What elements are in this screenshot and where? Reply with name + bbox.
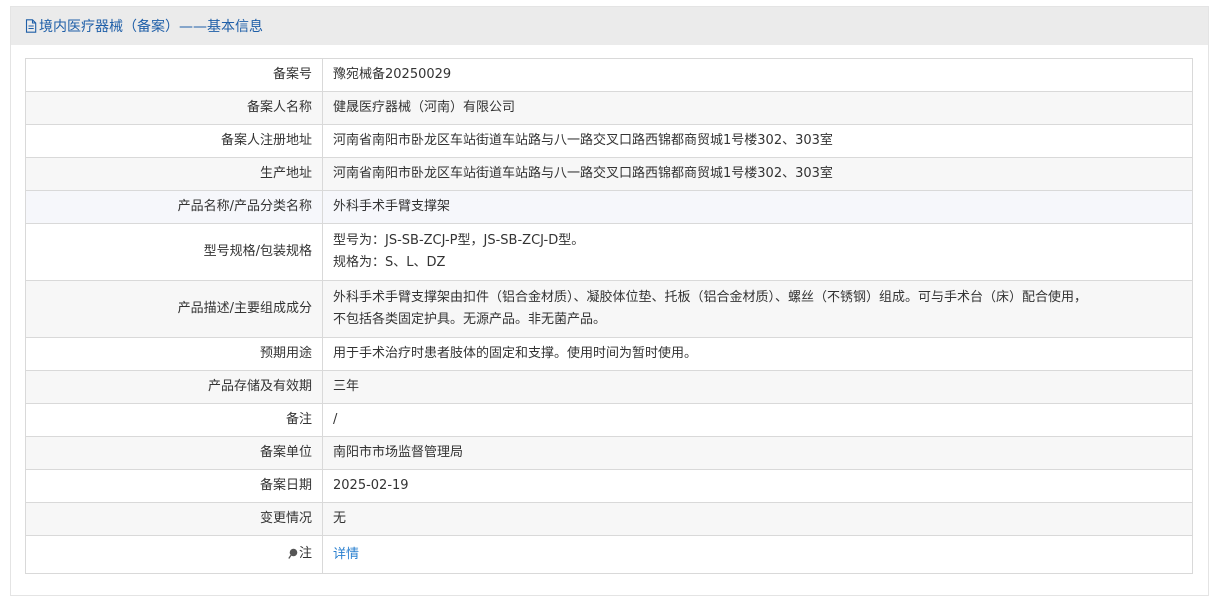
row-value: 2025-02-19 (322, 469, 1193, 503)
details-link[interactable]: 详情 (333, 547, 359, 562)
row-label: 产品存储及有效期 (25, 370, 323, 404)
table-row: 产品名称/产品分类名称 外科手术手臂支撑架 (25, 190, 1193, 224)
row-value: 三年 (322, 370, 1193, 404)
page-title: 境内医疗器械（备案）——基本信息 (39, 19, 263, 35)
row-value-line: 不包括各类固定护具。无源产品。非无菌产品。 (333, 312, 607, 327)
table-row: 型号规格/包装规格 型号为：JS-SB-ZCJ-P型，JS-SB-ZCJ-D型。… (25, 223, 1193, 281)
row-label: 注 (25, 535, 323, 574)
row-value: 河南省南阳市卧龙区车站街道车站路与八一路交叉口路西锦都商贸城1号楼302、303… (322, 124, 1193, 158)
pin-icon (288, 545, 298, 567)
note-label: 注 (298, 545, 312, 561)
row-value: 健晟医疗器械（河南）有限公司 (322, 91, 1193, 125)
table-row: 备案单位 南阳市市场监督管理局 (25, 436, 1193, 470)
table-row: 生产地址 河南省南阳市卧龙区车站街道车站路与八一路交叉口路西锦都商贸城1号楼30… (25, 157, 1193, 191)
table-row: 产品存储及有效期 三年 (25, 370, 1193, 404)
row-label: 备案人名称 (25, 91, 323, 125)
row-label: 备案单位 (25, 436, 323, 470)
row-value: 外科手术手臂支撑架由扣件（铝合金材质）、凝胶体位垫、托板（铝合金材质）、螺丝（不… (322, 280, 1193, 338)
row-label: 生产地址 (25, 157, 323, 191)
row-label: 备案日期 (25, 469, 323, 503)
row-label: 备案号 (25, 58, 323, 92)
row-label: 预期用途 (25, 337, 323, 371)
row-label: 备案人注册地址 (25, 124, 323, 158)
row-value: 河南省南阳市卧龙区车站街道车站路与八一路交叉口路西锦都商贸城1号楼302、303… (322, 157, 1193, 191)
info-table-wrap: 备案号 豫宛械备20250029 备案人名称 健晟医疗器械（河南）有限公司 备案… (25, 58, 1193, 574)
table-row: 变更情况 无 (25, 502, 1193, 536)
table-row: 产品描述/主要组成成分 外科手术手臂支撑架由扣件（铝合金材质）、凝胶体位垫、托板… (25, 280, 1193, 338)
row-value: / (322, 403, 1193, 437)
row-label: 型号规格/包装规格 (25, 223, 323, 281)
table-row: 备案号 豫宛械备20250029 (25, 58, 1193, 92)
row-label: 产品名称/产品分类名称 (25, 190, 323, 224)
row-label: 产品描述/主要组成成分 (25, 280, 323, 338)
row-value: 用于手术治疗时患者肢体的固定和支撑。使用时间为暂时使用。 (322, 337, 1193, 371)
row-value: 南阳市市场监督管理局 (322, 436, 1193, 470)
table-row: 备案日期 2025-02-19 (25, 469, 1193, 503)
row-value: 无 (322, 502, 1193, 536)
table-row: 备案人注册地址 河南省南阳市卧龙区车站街道车站路与八一路交叉口路西锦都商贸城1号… (25, 124, 1193, 158)
info-table: 备案号 豫宛械备20250029 备案人名称 健晟医疗器械（河南）有限公司 备案… (25, 58, 1193, 574)
row-label: 变更情况 (25, 502, 323, 536)
row-value: 详情 (322, 535, 1193, 574)
table-row: 备案人名称 健晟医疗器械（河南）有限公司 (25, 91, 1193, 125)
row-label: 备注 (25, 403, 323, 437)
row-value-line: 型号为：JS-SB-ZCJ-P型，JS-SB-ZCJ-D型。 (333, 233, 585, 248)
table-row: 预期用途 用于手术治疗时患者肢体的固定和支撑。使用时间为暂时使用。 (25, 337, 1193, 371)
row-value: 豫宛械备20250029 (322, 58, 1193, 92)
row-value: 型号为：JS-SB-ZCJ-P型，JS-SB-ZCJ-D型。 规格为：S、L、D… (322, 223, 1193, 281)
row-value: 外科手术手臂支撑架 (322, 190, 1193, 224)
table-row: 注 详情 (25, 535, 1193, 574)
info-panel: 境内医疗器械（备案）——基本信息 备案号 豫宛械备20250029 备案人名称 … (10, 6, 1209, 596)
panel-header: 境内医疗器械（备案）——基本信息 (11, 7, 1208, 45)
document-icon (25, 19, 37, 33)
table-row: 备注 / (25, 403, 1193, 437)
row-value-line: 外科手术手臂支撑架由扣件（铝合金材质）、凝胶体位垫、托板（铝合金材质）、螺丝（不… (333, 290, 1088, 305)
row-value-line: 规格为：S、L、DZ (333, 255, 446, 270)
